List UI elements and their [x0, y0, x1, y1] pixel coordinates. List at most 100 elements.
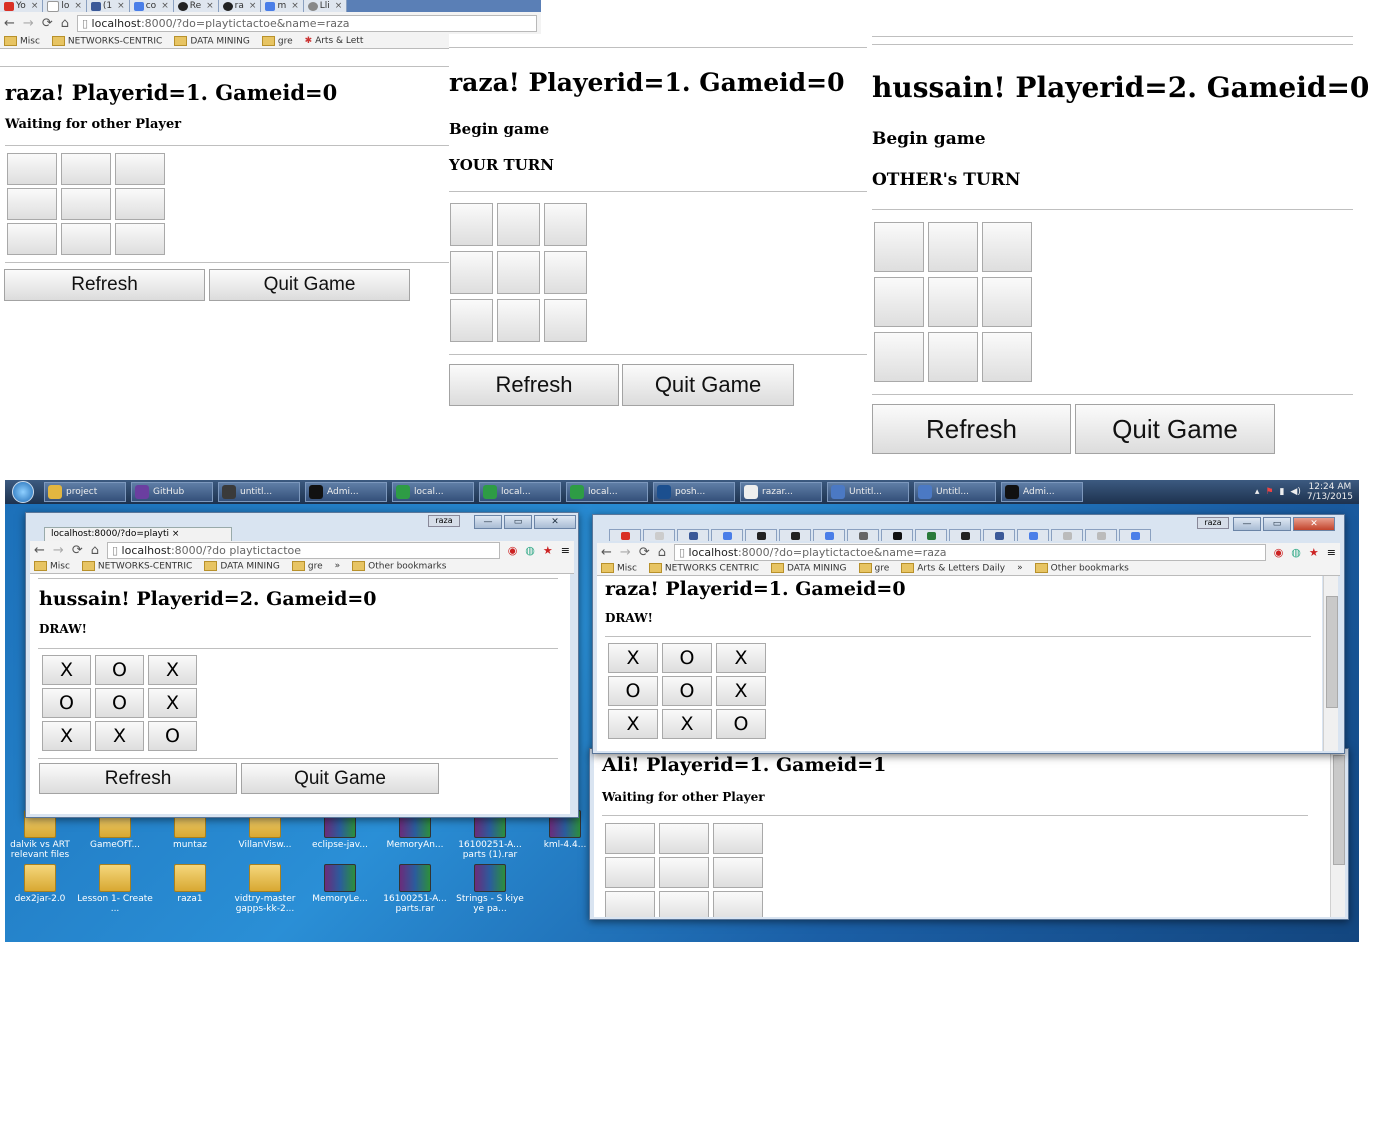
board-cell[interactable]	[982, 277, 1032, 327]
taskbar-item[interactable]: Untitl...	[914, 482, 996, 502]
scrollbar-thumb[interactable]	[1333, 755, 1345, 865]
bookmark-item[interactable]: »	[1017, 563, 1023, 573]
tab-2[interactable]: lo ×	[43, 0, 87, 12]
taskbar-item[interactable]: razar...	[740, 482, 822, 502]
tray-arrow-icon[interactable]: ▴	[1255, 487, 1260, 497]
board-cell[interactable]	[659, 891, 709, 917]
maximize-button[interactable]: ▭	[1263, 517, 1291, 531]
tab[interactable]	[745, 529, 777, 541]
tab[interactable]	[949, 529, 981, 541]
bookmark-item[interactable]: Misc	[601, 562, 637, 573]
tab-1[interactable]: Yo ×	[0, 0, 44, 12]
bookmark-data-mining[interactable]: DATA MINING	[174, 35, 250, 46]
board-cell[interactable]	[497, 299, 540, 342]
quit-game-button[interactable]: Quit Game	[209, 269, 410, 301]
board-cell[interactable]: O	[662, 676, 712, 706]
tab-7[interactable]: m ×	[261, 0, 304, 12]
menu-icon[interactable]: ≡	[1327, 546, 1336, 559]
close-icon[interactable]: ×	[335, 0, 343, 12]
board-cell[interactable]	[713, 857, 763, 888]
refresh-button[interactable]: Refresh	[449, 364, 619, 406]
board-cell[interactable]	[982, 332, 1032, 382]
tab[interactable]	[847, 529, 879, 541]
close-icon[interactable]: ×	[206, 0, 214, 12]
bookmark-misc[interactable]: Misc	[4, 35, 40, 46]
board-cell[interactable]: X	[42, 655, 91, 685]
scrollbar[interactable]	[1330, 749, 1345, 917]
board-cell[interactable]	[450, 251, 493, 294]
address-bar[interactable]: ▯ localhost:8000/?do=playtictactoe&name=…	[76, 14, 537, 32]
board-cell[interactable]	[115, 188, 165, 220]
scrollbar-thumb[interactable]	[1326, 596, 1338, 708]
back-arrow-icon[interactable]: ←	[4, 16, 15, 31]
board-cell[interactable]	[874, 222, 924, 272]
board-cell[interactable]	[497, 251, 540, 294]
board-cell[interactable]	[659, 857, 709, 888]
desktop-icon[interactable]: dex2jar-2.0	[5, 864, 80, 904]
tab[interactable]	[779, 529, 811, 541]
tab[interactable]	[1119, 529, 1151, 541]
star-badge-icon[interactable]: ★	[543, 544, 553, 557]
taskbar-item[interactable]: Admi...	[305, 482, 387, 502]
board-cell[interactable]: X	[716, 643, 766, 673]
taskbar-item[interactable]: posh...	[653, 482, 735, 502]
extension-icon[interactable]: ◉	[508, 544, 518, 557]
taskbar-item[interactable]: local...	[566, 482, 648, 502]
clock[interactable]: 12:24 AM 7/13/2015	[1307, 482, 1353, 502]
bookmark-gre[interactable]: gre	[261, 35, 293, 46]
tab[interactable]	[677, 529, 709, 541]
tab[interactable]	[983, 529, 1015, 541]
board-cell[interactable]	[605, 891, 655, 917]
board-cell[interactable]	[61, 223, 111, 255]
board-cell[interactable]: O	[148, 721, 197, 751]
bookmark-item[interactable]: DATA MINING	[770, 562, 847, 573]
quit-game-button[interactable]: Quit Game	[1075, 404, 1275, 454]
board-cell[interactable]	[115, 223, 165, 255]
bookmark-item[interactable]: Misc	[34, 560, 70, 571]
taskbar-item[interactable]: local...	[479, 482, 561, 502]
bookmark-item[interactable]: NETWORKS-CENTRIC	[81, 560, 192, 571]
tab[interactable]	[1017, 529, 1049, 541]
taskbar-item[interactable]: Untitl...	[827, 482, 909, 502]
taskbar-item[interactable]: project	[44, 482, 126, 502]
scrollbar[interactable]	[1323, 576, 1338, 751]
reload-icon[interactable]: ⟳	[639, 545, 650, 560]
bookmark-arts[interactable]: ✱ Arts & Lett	[305, 36, 364, 46]
board-cell[interactable]	[61, 188, 111, 220]
window-tab[interactable]: localhost:8000/?do=playti ×	[44, 527, 232, 541]
board-cell[interactable]	[605, 857, 655, 888]
desktop-icon[interactable]: raza1	[150, 864, 230, 904]
board-cell[interactable]	[874, 277, 924, 327]
close-icon[interactable]: ×	[249, 0, 257, 12]
board-cell[interactable]: X	[148, 655, 197, 685]
board-cell[interactable]: O	[95, 688, 144, 718]
home-icon[interactable]: ⌂	[658, 545, 666, 560]
tab-4[interactable]: co ×	[129, 0, 174, 12]
board-cell[interactable]	[7, 223, 57, 255]
board-cell[interactable]	[928, 277, 978, 327]
desktop-icon[interactable]: Strings - S kiye ye pa...	[450, 864, 530, 914]
board-cell[interactable]: O	[95, 655, 144, 685]
board-cell[interactable]: X	[662, 709, 712, 739]
board-cell[interactable]	[497, 203, 540, 246]
board-cell[interactable]: X	[95, 721, 144, 751]
close-button[interactable]: ✕	[1293, 517, 1335, 531]
refresh-button[interactable]: Refresh	[39, 763, 237, 794]
board-cell[interactable]	[928, 222, 978, 272]
globe-icon[interactable]: ◍	[1291, 546, 1301, 559]
close-icon[interactable]: ×	[291, 0, 299, 12]
board-cell[interactable]: O	[42, 688, 91, 718]
minimize-button[interactable]: —	[474, 515, 502, 529]
taskbar-item[interactable]: GitHub	[131, 482, 213, 502]
volume-icon[interactable]: ◀)	[1290, 487, 1300, 497]
board-cell[interactable]	[450, 299, 493, 342]
board-cell[interactable]: X	[608, 643, 658, 673]
tab-3[interactable]: (1 ×	[86, 0, 130, 12]
maximize-button[interactable]: ▭	[504, 515, 532, 529]
tab[interactable]	[881, 529, 913, 541]
reload-icon[interactable]: ⟳	[72, 543, 83, 558]
back-arrow-icon[interactable]: ←	[34, 543, 45, 558]
bookmark-networks[interactable]: NETWORKS-CENTRIC	[51, 35, 162, 46]
tab-8[interactable]: Lli ×	[303, 0, 348, 12]
board-cell[interactable]: O	[608, 676, 658, 706]
